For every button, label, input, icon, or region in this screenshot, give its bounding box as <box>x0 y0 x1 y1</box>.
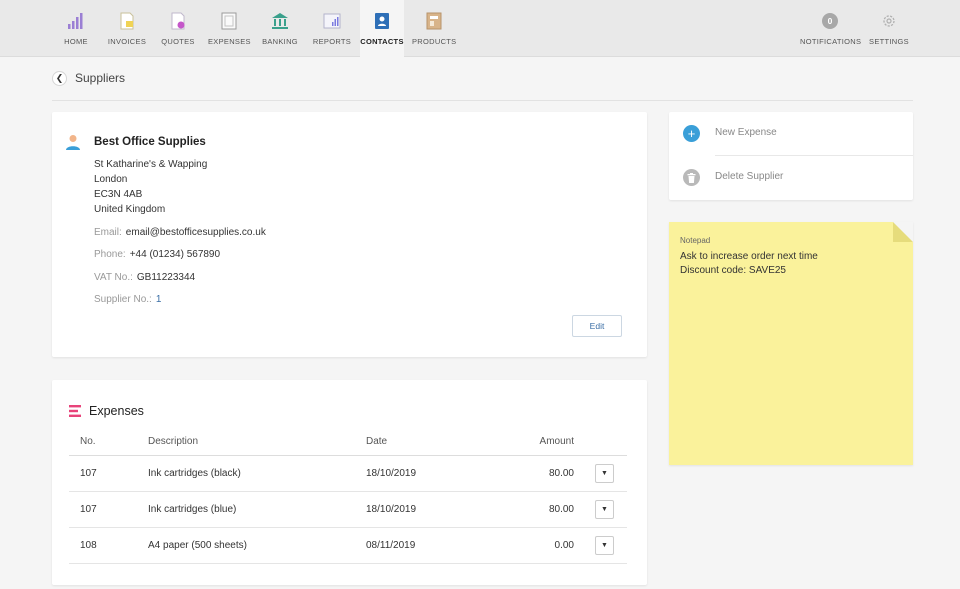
row-description: A4 paper (500 sheets) <box>148 540 247 551</box>
nav-settings-label: SETTINGS <box>869 37 909 46</box>
expenses-card: Expenses No. Description Date Amount 107… <box>52 380 647 585</box>
row-no: 107 <box>80 504 97 515</box>
page-title: Suppliers <box>75 71 126 85</box>
expenses-list-icon <box>69 405 81 417</box>
caret-down-icon: ▼ <box>601 542 608 549</box>
contacts-icon <box>375 13 389 29</box>
supplier-number-label: Supplier No.: <box>94 294 152 305</box>
supplier-name: Best Office Supplies <box>94 136 206 148</box>
email-field: Email: email@bestofficesupplies.co.uk <box>94 227 266 238</box>
expenses-table-header: No. Description Date Amount <box>69 436 627 456</box>
row-dropdown-button[interactable]: ▼ <box>595 464 614 483</box>
new-expense-action[interactable]: + New Expense <box>669 112 913 156</box>
phone-label: Phone: <box>94 249 126 260</box>
table-row[interactable]: 108 A4 paper (500 sheets) 08/11/2019 0.0… <box>69 528 627 564</box>
expense-icon <box>221 12 237 30</box>
nav-home[interactable]: HOME <box>60 0 92 57</box>
notepad-line: Discount code: SAVE25 <box>680 265 786 276</box>
nav-settings[interactable]: SETTINGS <box>866 0 912 57</box>
plus-circle-icon: + <box>683 125 700 142</box>
quote-icon <box>171 12 185 30</box>
notepad-label: Notepad <box>680 236 711 245</box>
row-no: 107 <box>80 468 97 479</box>
nav-notifications[interactable]: 0 NOTIFICATIONS <box>800 0 862 57</box>
delete-supplier-label: Delete Supplier <box>715 171 784 182</box>
nav-products[interactable]: PRODUCTS <box>412 0 456 57</box>
row-description: Ink cartridges (blue) <box>148 504 237 515</box>
supplier-details-card: Best Office Supplies St Katharine's & Wa… <box>52 112 647 357</box>
row-dropdown-button[interactable]: ▼ <box>595 500 614 519</box>
notepad-line: Ask to increase order next time <box>680 251 818 262</box>
products-icon <box>426 12 442 30</box>
nav-products-label: PRODUCTS <box>412 37 457 46</box>
address-line-4: United Kingdom <box>94 204 166 215</box>
nav-quotes-label: QUOTES <box>161 37 195 46</box>
breadcrumb-divider <box>52 100 913 101</box>
phone-field: Phone: +44 (01234) 567890 <box>94 249 220 260</box>
expenses-title: Expenses <box>89 404 144 418</box>
new-expense-label: New Expense <box>715 127 777 138</box>
table-row[interactable]: 107 Ink cartridges (blue) 18/10/2019 80.… <box>69 492 627 528</box>
vat-field: VAT No.: GB11223344 <box>94 272 195 283</box>
vat-label: VAT No.: <box>94 272 133 283</box>
row-date: 18/10/2019 <box>366 504 417 515</box>
nav-banking-label: BANKING <box>262 37 298 46</box>
nav-contacts-label: CONTACTS <box>360 37 404 46</box>
trash-icon <box>683 169 700 186</box>
column-no: No. <box>80 436 96 447</box>
nav-notifications-label: NOTIFICATIONS <box>800 37 862 46</box>
row-date: 18/10/2019 <box>366 468 417 479</box>
column-amount: Amount <box>539 436 574 447</box>
row-amount: 80.00 <box>548 504 574 515</box>
row-no: 108 <box>80 540 97 551</box>
notification-count-badge: 0 <box>822 13 838 29</box>
top-navigation: HOME INVOICES QUOTES EXPENSES BANKING RE… <box>0 0 960 58</box>
vat-value: GB11223344 <box>136 272 196 283</box>
notepad-corner-fold <box>893 222 913 242</box>
email-value[interactable]: email@bestofficesupplies.co.uk <box>126 227 266 238</box>
address-line-2: London <box>94 174 128 185</box>
active-pointer <box>377 53 387 58</box>
row-amount: 0.00 <box>554 540 574 551</box>
email-label: Email: <box>94 227 122 238</box>
bank-icon <box>272 13 288 29</box>
phone-value: +44 (01234) 567890 <box>129 249 221 260</box>
nav-invoices[interactable]: INVOICES <box>106 0 148 57</box>
column-description: Description <box>148 436 199 447</box>
row-date: 08/11/2019 <box>366 540 416 551</box>
address-line-1: St Katharine's & Wapping <box>94 159 208 170</box>
column-date: Date <box>366 436 388 447</box>
delete-supplier-action[interactable]: Delete Supplier <box>669 156 913 200</box>
back-button[interactable]: ❮ <box>52 70 67 86</box>
address-line-3: EC3N 4AB <box>94 189 143 200</box>
nav-reports[interactable]: REPORTS <box>312 0 352 57</box>
nav-home-label: HOME <box>64 37 88 46</box>
row-dropdown-button[interactable]: ▼ <box>595 536 614 555</box>
bar-chart-icon <box>68 13 83 29</box>
invoice-icon <box>120 12 134 30</box>
nav-invoices-label: INVOICES <box>107 37 147 46</box>
breadcrumb: ❮ Suppliers <box>52 70 125 86</box>
caret-down-icon: ▼ <box>601 506 608 513</box>
row-amount: 80.00 <box>548 468 574 479</box>
caret-down-icon: ▼ <box>601 470 608 477</box>
nav-contacts[interactable]: CONTACTS <box>360 0 404 58</box>
notepad[interactable]: Notepad Ask to increase order next time … <box>669 222 913 465</box>
edit-button[interactable]: Edit <box>572 315 622 337</box>
report-icon <box>323 13 341 29</box>
actions-card: + New Expense Delete Supplier <box>669 112 913 200</box>
nav-banking[interactable]: BANKING <box>260 0 300 57</box>
chevron-left-icon: ❮ <box>55 72 64 83</box>
table-row[interactable]: 107 Ink cartridges (black) 18/10/2019 80… <box>69 456 627 492</box>
person-icon <box>66 135 80 150</box>
row-description: Ink cartridges (black) <box>148 468 241 479</box>
nav-reports-label: REPORTS <box>312 37 352 46</box>
supplier-number-field: Supplier No.: 1 <box>94 294 161 305</box>
nav-expenses-label: EXPENSES <box>208 37 251 46</box>
gear-icon <box>883 15 895 27</box>
supplier-number-value: 1 <box>155 294 162 305</box>
nav-quotes[interactable]: QUOTES <box>160 0 196 57</box>
nav-expenses[interactable]: EXPENSES <box>208 0 251 57</box>
